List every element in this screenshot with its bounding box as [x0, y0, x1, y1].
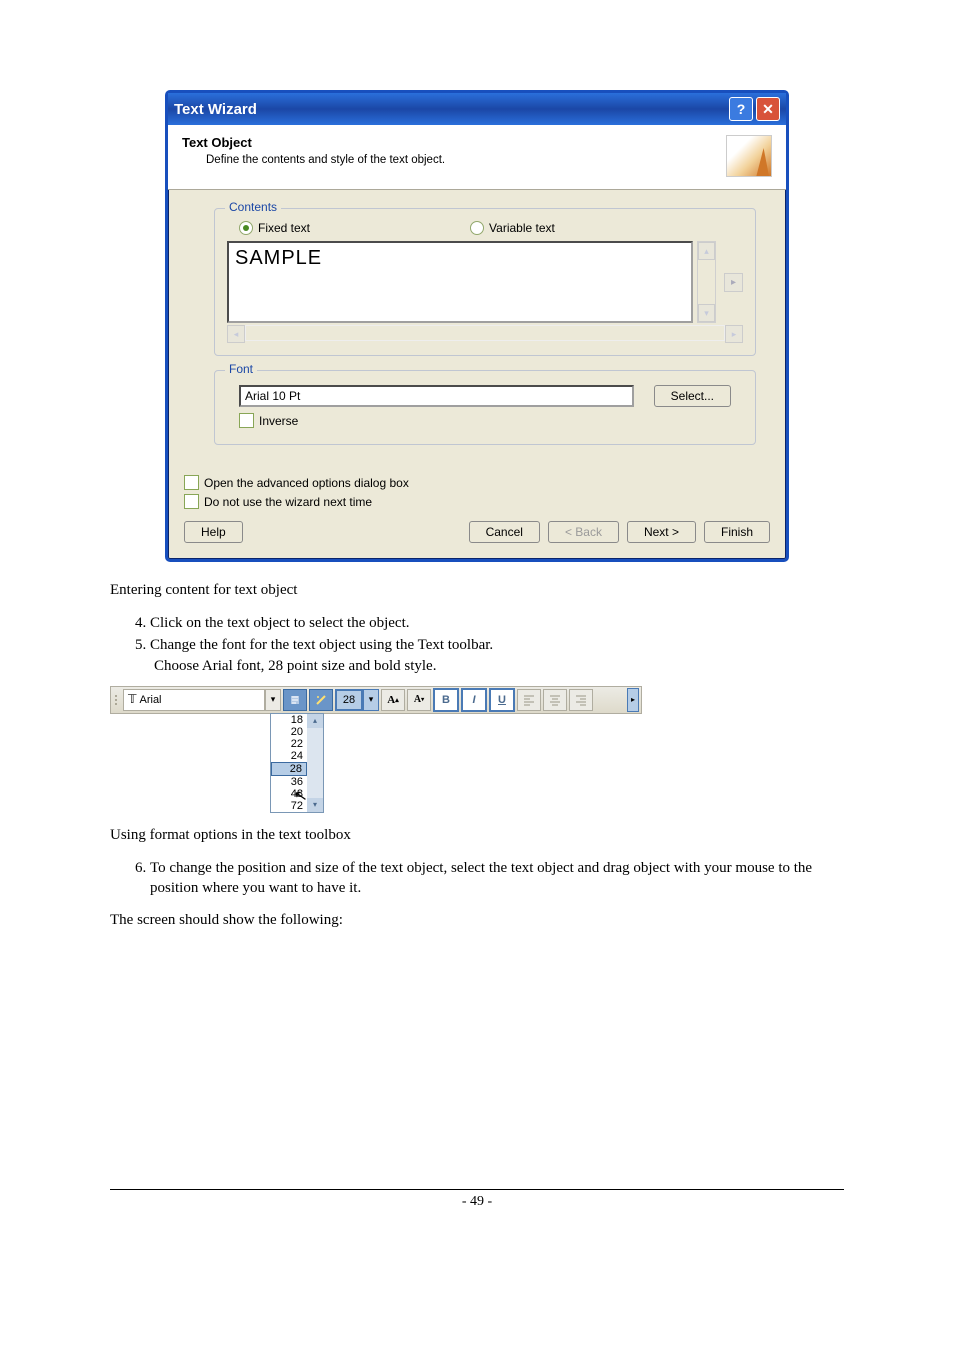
font-size-combo[interactable]: 28	[335, 689, 363, 711]
text-wizard-dialog: Text Wizard ? ✕ Text Object Define the c…	[165, 90, 789, 562]
size-option[interactable]: 72	[271, 800, 307, 812]
no-wizard-label: Do not use the wizard next time	[204, 495, 372, 509]
variable-text-radio[interactable]: Variable text	[470, 221, 555, 235]
dialog-header: Text Object Define the contents and styl…	[168, 125, 786, 190]
dialog-heading: Text Object	[182, 135, 726, 150]
titlebar-text: Text Wizard	[174, 101, 257, 118]
steps-list-2: To change the position and size of the t…	[150, 858, 844, 899]
bold-button[interactable]: B	[433, 688, 459, 712]
help-icon[interactable]: ?	[729, 97, 753, 121]
font-size-dropdown[interactable]: 18 20 22 24 28 36 48 72 ▴ ▾ ↖	[270, 713, 324, 813]
size-option[interactable]: 20	[271, 726, 307, 738]
size-option[interactable]: 22	[271, 738, 307, 750]
step-4: Click on the text object to select the o…	[150, 613, 844, 633]
fixed-text-radio[interactable]: Fixed text	[239, 221, 310, 235]
toolbar-grip-icon[interactable]	[113, 687, 119, 713]
inverse-checkbox[interactable]: Inverse	[227, 411, 743, 430]
font-wizard-button[interactable]	[309, 689, 333, 711]
titlebar: Text Wizard ? ✕	[168, 93, 786, 125]
dropdown-scrollbar[interactable]: ▴ ▾	[307, 714, 323, 812]
figure-caption-2: Using format options in the text toolbox	[110, 827, 844, 844]
step-5: Change the font for the text object usin…	[150, 635, 844, 676]
wizard-icon	[726, 135, 772, 177]
no-wizard-checkbox[interactable]: Do not use the wizard next time	[184, 492, 770, 511]
decrease-size-button[interactable]: A▾	[407, 689, 431, 711]
size-option[interactable]: 24	[271, 750, 307, 762]
back-button[interactable]: < Back	[548, 521, 619, 543]
size-option[interactable]: 18	[271, 714, 307, 726]
horizontal-scrollbar[interactable]: ◂ ▸	[227, 325, 743, 341]
variable-text-label: Variable text	[489, 221, 555, 235]
scroll-left-icon[interactable]: ◂	[227, 325, 245, 343]
increase-size-button[interactable]: A▴	[381, 689, 405, 711]
contents-textarea[interactable]: SAMPLE	[227, 241, 693, 323]
align-right-button[interactable]	[569, 689, 593, 711]
scroll-up-icon[interactable]: ▴	[307, 714, 323, 728]
radio-unselected-icon	[470, 221, 484, 235]
italic-button[interactable]: I	[461, 688, 487, 712]
cancel-button[interactable]: Cancel	[469, 521, 540, 543]
page-footer: - 49 -	[110, 1189, 844, 1210]
checkbox-icon	[184, 494, 199, 509]
help-button[interactable]: Help	[184, 521, 243, 543]
checkbox-icon	[239, 413, 254, 428]
vertical-scrollbar[interactable]: ▴ ▾	[697, 241, 716, 323]
scroll-down-icon[interactable]: ▾	[698, 304, 715, 322]
open-advanced-label: Open the advanced options dialog box	[204, 476, 409, 490]
textarea-value: SAMPLE	[235, 247, 322, 269]
scroll-up-icon[interactable]: ▴	[698, 242, 715, 260]
size-option-selected[interactable]: 28	[271, 762, 307, 776]
page-number: - 49 -	[462, 1194, 492, 1209]
radio-selected-icon	[239, 221, 253, 235]
scroll-right-icon[interactable]: ▸	[725, 325, 743, 343]
font-name-dropdown-icon[interactable]: ▾	[265, 689, 281, 711]
step-6: To change the position and size of the t…	[150, 858, 844, 899]
font-size-dropdown-icon[interactable]: ▾	[363, 689, 379, 711]
close-icon[interactable]: ✕	[756, 97, 780, 121]
font-display: Arial 10 Pt	[239, 385, 634, 407]
next-button[interactable]: Next >	[627, 521, 696, 543]
size-option[interactable]: 48	[271, 788, 307, 800]
inverse-label: Inverse	[259, 414, 298, 428]
font-legend: Font	[225, 362, 257, 376]
after-text: The screen should show the following:	[110, 912, 844, 929]
checkbox-icon	[184, 475, 199, 490]
font-name-value: Arial	[140, 694, 162, 706]
contents-legend: Contents	[225, 200, 281, 214]
fixed-text-label: Fixed text	[258, 221, 310, 235]
open-advanced-checkbox[interactable]: Open the advanced options dialog box	[184, 473, 770, 492]
underline-button[interactable]: U	[489, 688, 515, 712]
finish-button[interactable]: Finish	[704, 521, 770, 543]
expand-button[interactable]: ▸	[724, 273, 743, 292]
contents-group: Contents Fixed text Variable text	[214, 208, 756, 356]
font-settings-button[interactable]	[283, 689, 307, 711]
font-name-combo[interactable]: 𝕋 Arial	[123, 689, 265, 711]
figure-caption-1: Entering content for text object	[110, 582, 844, 599]
steps-list-1: Click on the text object to select the o…	[150, 613, 844, 676]
dialog-subheading: Define the contents and style of the tex…	[182, 154, 726, 166]
scroll-down-icon[interactable]: ▾	[307, 798, 323, 812]
align-left-button[interactable]	[517, 689, 541, 711]
select-font-button[interactable]: Select...	[654, 385, 731, 407]
align-center-button[interactable]	[543, 689, 567, 711]
font-group: Font Arial 10 Pt Select... Inverse	[214, 370, 756, 445]
toolbar-overflow-icon[interactable]: ▸	[627, 688, 639, 712]
truetype-icon: 𝕋	[128, 692, 137, 707]
text-toolbar: 𝕋 Arial ▾ 28 ▾ A▴ A▾ B I U	[110, 686, 642, 813]
size-option[interactable]: 36	[271, 776, 307, 788]
